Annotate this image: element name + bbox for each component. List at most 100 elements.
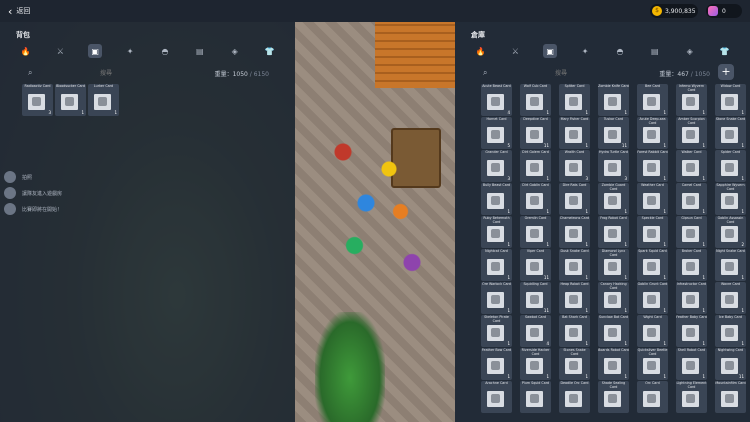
- item-card[interactable]: Tuskor Card 11: [598, 117, 629, 149]
- item-card[interactable]: Chameleons Card 1: [559, 216, 590, 248]
- item-card[interactable]: Ice Baby Card 1: [715, 315, 746, 347]
- sword-tab[interactable]: ⚔: [53, 44, 67, 58]
- eraser-tab[interactable]: ◈: [228, 44, 242, 58]
- item-card[interactable]: Gipsun Card 1: [676, 216, 707, 248]
- item-card[interactable]: Plum Squid Card: [520, 381, 551, 413]
- item-card[interactable]: Gremlin Card 1: [520, 216, 551, 248]
- item-card[interactable]: Amber Scorpion Card 1: [676, 117, 707, 149]
- item-card[interactable]: Acute Deep-sea Card 1: [637, 117, 668, 149]
- item-card[interactable]: Grander Card 3: [481, 150, 512, 182]
- item-card[interactable]: Bat Shark Card 1: [559, 315, 590, 347]
- item-card[interactable]: Infrastructor Card 1: [676, 282, 707, 314]
- item-card[interactable]: Wraith Card 3: [559, 150, 590, 182]
- item-card[interactable]: Deepdive Card 11: [520, 117, 551, 149]
- fire-tab[interactable]: 🔥: [18, 44, 32, 58]
- item-card[interactable]: Lurker Card 1: [88, 84, 119, 116]
- item-card[interactable]: Lightning Element Card: [676, 381, 707, 413]
- item-card[interactable]: Zombie Knife Card 1: [598, 84, 629, 116]
- fire-tab[interactable]: 🔥: [473, 44, 487, 58]
- item-card[interactable]: Wight Card 1: [637, 315, 668, 347]
- back-button[interactable]: ‹ 返回: [8, 5, 30, 18]
- item-card[interactable]: Acute Beast Card 4: [481, 84, 512, 116]
- item-card[interactable]: Walker Card 1: [676, 150, 707, 182]
- item-card[interactable]: Shade Sealing Card: [598, 381, 629, 413]
- item-card[interactable]: Feather Bow Card 1: [481, 348, 512, 380]
- warehouse-search-input[interactable]: [501, 67, 621, 79]
- item-card[interactable]: Dusk Snake Card 1: [559, 249, 590, 281]
- sword-tab[interactable]: ⚔: [508, 44, 522, 58]
- item-card[interactable]: Sunclaw Bat Card 1: [598, 315, 629, 347]
- book-tab[interactable]: ▤: [648, 44, 662, 58]
- item-card[interactable]: Nightcat Card 1: [481, 249, 512, 281]
- item-card[interactable]: Skeleton Pirate Card 1: [481, 315, 512, 347]
- crosshair-tab[interactable]: ✦: [123, 44, 137, 58]
- card-tab[interactable]: ▣: [543, 44, 558, 58]
- item-card[interactable]: Camel Card 1: [676, 183, 707, 215]
- card-count: 1: [585, 242, 588, 247]
- card-count: 1: [741, 341, 744, 346]
- item-card[interactable]: Wavre Card 1: [715, 282, 746, 314]
- item-card[interactable]: Hornet Card 5: [481, 117, 512, 149]
- crosshair-tab[interactable]: ✦: [578, 44, 592, 58]
- item-card[interactable]: Bloodsucker Card 1: [55, 84, 86, 116]
- item-card[interactable]: Sawbot Card 4: [520, 315, 551, 347]
- item-card[interactable]: Riverside Hacker Card 1: [520, 348, 551, 380]
- item-card[interactable]: Squidling Card 11: [520, 282, 551, 314]
- item-card[interactable]: Spark Squid Card 1: [637, 249, 668, 281]
- item-card[interactable]: Frog Robot Card 1: [598, 216, 629, 248]
- item-card[interactable]: Deadlie Orc Card: [559, 381, 590, 413]
- item-card[interactable]: Broker Card 1: [676, 249, 707, 281]
- item-card[interactable]: Radioactiv Card 3: [22, 84, 53, 116]
- item-card[interactable]: Dirt Goblin Card 1: [520, 183, 551, 215]
- item-card[interactable]: Spitter Card 1: [559, 84, 590, 116]
- item-card[interactable]: Canary Hacking Card 1: [598, 282, 629, 314]
- card-tab[interactable]: ▣: [88, 44, 103, 58]
- item-card[interactable]: Viper Card 11: [520, 249, 551, 281]
- helmet-tab[interactable]: ◓: [613, 44, 627, 58]
- item-card[interactable]: Heap Robot Card 1: [559, 282, 590, 314]
- card-count: 1: [585, 275, 588, 280]
- item-card[interactable]: Speckle Card 1: [637, 216, 668, 248]
- item-card[interactable]: Sapphire Wyvern Card 1: [715, 183, 746, 215]
- item-card[interactable]: Nightwing Card 11: [715, 348, 746, 380]
- item-card[interactable]: Feather Baby Card 1: [676, 315, 707, 347]
- item-card[interactable]: Mountainfilm Card: [715, 381, 746, 413]
- shirt-tab[interactable]: 👕: [263, 44, 277, 58]
- item-card[interactable]: Bully Beast Card 1: [481, 183, 512, 215]
- item-card[interactable]: Spider Card 1: [715, 150, 746, 182]
- item-card[interactable]: Stones Snake Card 1: [559, 348, 590, 380]
- card-count: 11: [621, 143, 627, 148]
- helmet-tab[interactable]: ◓: [158, 44, 172, 58]
- item-card[interactable]: Goblin Grunt Card 1: [637, 282, 668, 314]
- item-card[interactable]: Boards Robot Card 1: [598, 348, 629, 380]
- card-name: Grander Card: [485, 150, 508, 154]
- item-card[interactable]: Ruby Behemoth Card 1: [481, 216, 512, 248]
- item-card[interactable]: Shell Robot Card 1: [676, 348, 707, 380]
- item-card[interactable]: Hydra Turtle Card 3: [598, 150, 629, 182]
- item-card[interactable]: Forest Rabbit Card 1: [637, 150, 668, 182]
- item-card[interactable]: Orc Card: [637, 381, 668, 413]
- item-card[interactable]: Dirt Golem Card 1: [520, 150, 551, 182]
- item-card[interactable]: Stone Snake Card 1: [715, 117, 746, 149]
- item-card[interactable]: Widow Card 1: [715, 84, 746, 116]
- backpack-grid: Radioactiv Card 3 Bloodsucker Card 1 Lurker …: [22, 84, 284, 116]
- expand-storage-button[interactable]: +: [718, 64, 734, 80]
- backpack-search-input[interactable]: [46, 67, 166, 79]
- item-card[interactable]: Weather Card 1: [637, 183, 668, 215]
- item-card[interactable]: Bee Card 1: [637, 84, 668, 116]
- item-card[interactable]: Goblin Assassin Card 2: [715, 216, 746, 248]
- gem-balance[interactable]: 0: [706, 4, 742, 18]
- item-card[interactable]: Night Snake Card 1: [715, 249, 746, 281]
- item-card[interactable]: Quicksilver Beetle Card 1: [637, 348, 668, 380]
- item-card[interactable]: Zombie Guard Card 1: [598, 183, 629, 215]
- item-card[interactable]: Mary Fisher Card 1: [559, 117, 590, 149]
- eraser-tab[interactable]: ◈: [683, 44, 697, 58]
- item-card[interactable]: Dire Rats Card 1: [559, 183, 590, 215]
- item-card[interactable]: Diamond Lynx Card 1: [598, 249, 629, 281]
- book-tab[interactable]: ▤: [193, 44, 207, 58]
- item-card[interactable]: Arachne Card: [481, 381, 512, 413]
- item-card[interactable]: Ore Warlock Card 1: [481, 282, 512, 314]
- item-card[interactable]: Wolf Cub Card 1: [520, 84, 551, 116]
- item-card[interactable]: Inferno Wyvern Card 1: [676, 84, 707, 116]
- shirt-tab[interactable]: 👕: [718, 44, 732, 58]
